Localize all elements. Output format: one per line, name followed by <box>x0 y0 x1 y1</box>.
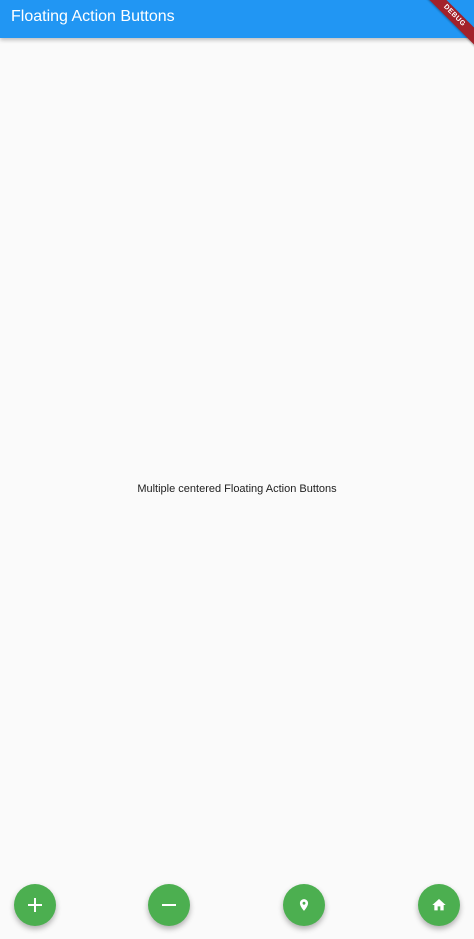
home-icon <box>432 899 446 911</box>
location-fab-button[interactable] <box>283 884 325 926</box>
add-icon <box>28 898 42 912</box>
remove-fab-button[interactable] <box>148 884 190 926</box>
app-bar: Floating Action Buttons <box>0 0 474 38</box>
location-pin-icon <box>299 899 309 911</box>
app-screen: Floating Action Buttons DEBUG Multiple c… <box>0 0 474 939</box>
home-fab-button[interactable] <box>418 884 460 926</box>
center-message: Multiple centered Floating Action Button… <box>137 483 337 495</box>
app-bar-title: Floating Action Buttons <box>11 8 175 25</box>
remove-icon <box>162 904 176 906</box>
body-area: Multiple centered Floating Action Button… <box>0 38 474 939</box>
add-fab-button[interactable] <box>14 884 56 926</box>
